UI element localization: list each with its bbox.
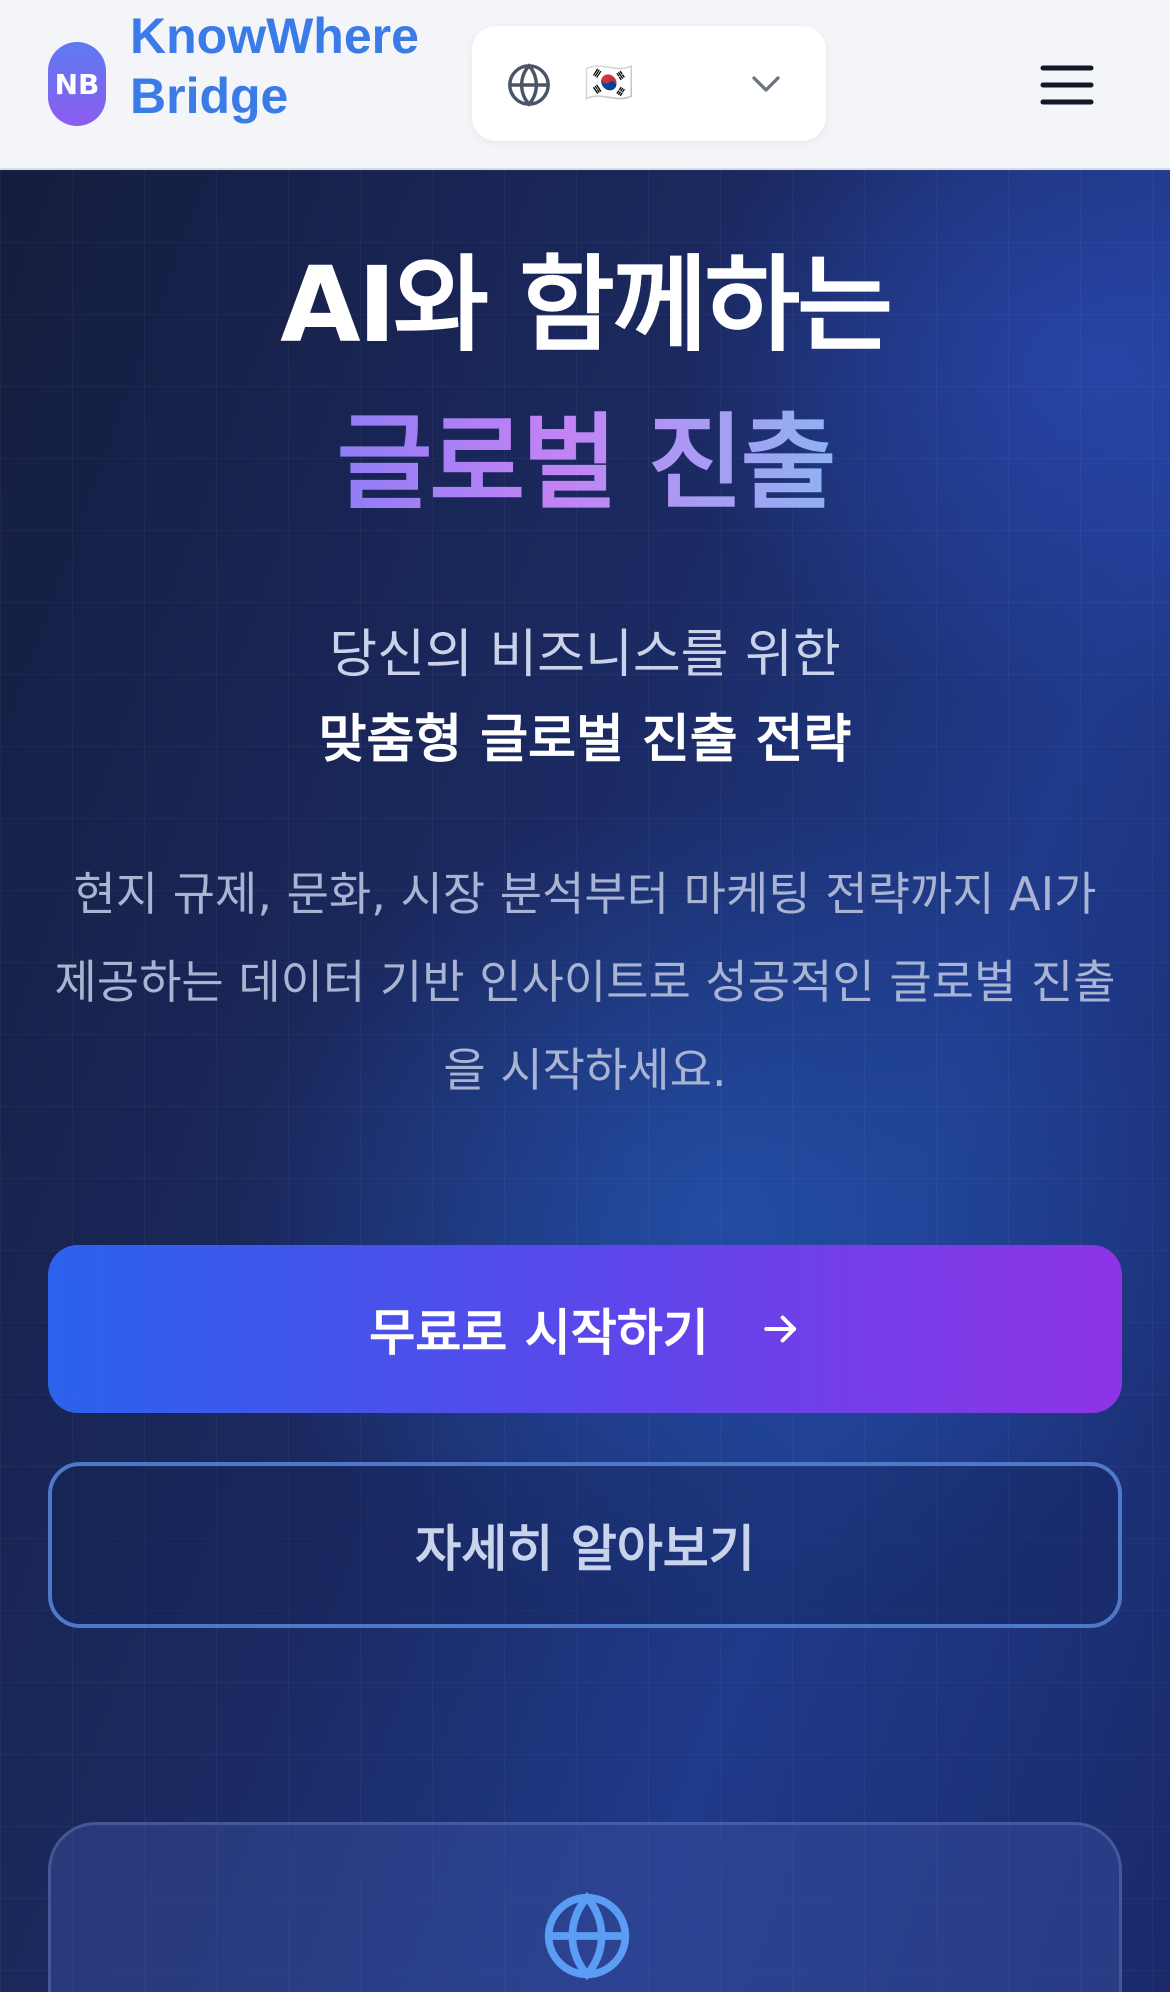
logo-initials: NB — [54, 67, 100, 101]
language-select[interactable]: 🇰🇷 — [472, 26, 826, 141]
hero-subtitle-line-1: 당신의 비즈니스를 위한 — [329, 625, 841, 685]
language-flag: 🇰🇷 — [584, 60, 634, 106]
hero-section: AI와 함께하는 글로벌 진출 당신의 비즈니스를 위한 맞춤형 글로벌 진출 … — [0, 170, 1170, 1992]
chevron-down-icon — [752, 76, 780, 92]
globe-icon — [508, 63, 550, 107]
hero-title-gradient-text: 글로벌 진출 — [336, 402, 837, 524]
start-free-label: 무료로 시작하기 — [369, 1304, 709, 1362]
brand-name[interactable]: KnowWhere Bridge — [130, 6, 470, 126]
arrow-right-icon — [764, 1315, 796, 1343]
learn-more-button[interactable]: 자세히 알아보기 — [48, 1462, 1122, 1628]
top-header: NB KnowWhere Bridge 🇰🇷 — [0, 0, 1170, 170]
brand-line-2: Bridge — [130, 68, 289, 124]
hero-subtitle-line-2: 맞춤형 글로벌 진출 전략 — [318, 710, 852, 770]
brand-line-1: KnowWhere — [130, 8, 419, 64]
hero-description: 현지 규제, 문화, 시장 분석부터 마케팅 전략까지 AI가 제공하는 데이터… — [54, 867, 1116, 1097]
hero-title-line-1: AI와 함께하는 — [280, 244, 893, 366]
logo-badge[interactable]: NB — [48, 42, 106, 126]
start-free-button[interactable]: 무료로 시작하기 — [48, 1245, 1122, 1413]
hamburger-menu-icon[interactable] — [1036, 60, 1098, 110]
feature-card — [48, 1822, 1122, 1992]
learn-more-label: 자세히 알아보기 — [415, 1520, 755, 1578]
hero-title-line-2: 글로벌 진출 — [0, 398, 1170, 528]
globe-icon — [544, 1891, 630, 1981]
